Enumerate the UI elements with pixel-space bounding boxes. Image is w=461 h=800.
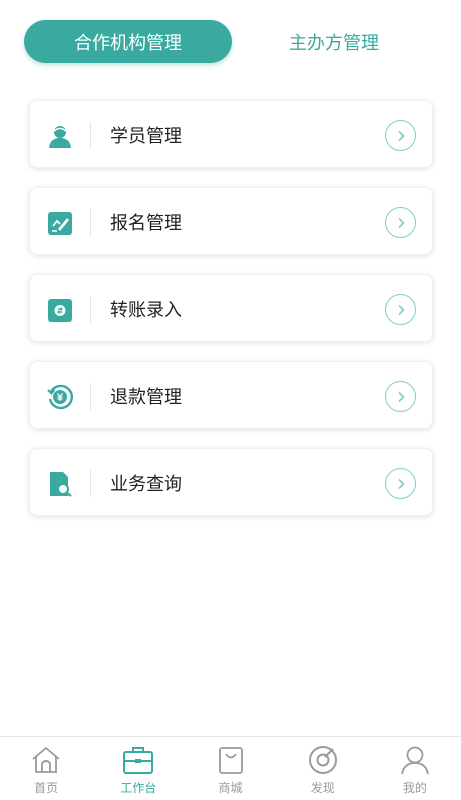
divider — [90, 470, 91, 497]
menu-item-label: 学员管理 — [110, 126, 182, 147]
person-icon — [401, 746, 429, 775]
chevron-right-icon[interactable] — [385, 294, 416, 325]
nav-item-home[interactable]: 首页 — [0, 737, 92, 800]
menu-item-business-query[interactable]: 业务查询 — [29, 448, 433, 516]
transfer-icon — [48, 299, 72, 322]
nav-item-discover[interactable]: 发现 — [277, 737, 369, 800]
tab-organizer[interactable]: 主办方管理 — [258, 20, 410, 63]
student-icon — [49, 126, 71, 148]
refund-icon — [47, 384, 73, 410]
tab-partner-institution[interactable]: 合作机构管理 — [24, 20, 232, 63]
chevron-right-icon[interactable] — [385, 120, 416, 151]
business-search-icon — [50, 472, 72, 497]
briefcase-icon — [123, 747, 154, 774]
menu-item-label: 业务查询 — [110, 474, 182, 495]
chevron-right-icon[interactable] — [385, 381, 416, 412]
compass-icon — [308, 746, 337, 774]
home-icon — [32, 746, 60, 773]
menu-item-transfer[interactable]: 转账录入 — [29, 274, 433, 342]
menu-item-label: 退款管理 — [110, 387, 182, 408]
chevron-right-icon[interactable] — [385, 468, 416, 499]
nav-item-mall[interactable]: 商城 — [184, 737, 276, 800]
menu-item-registration[interactable]: 报名管理 — [29, 187, 433, 255]
divider — [90, 296, 91, 323]
nav-item-workbench[interactable]: 工作台 — [92, 737, 184, 800]
menu-item-student[interactable]: 学员管理 — [29, 100, 433, 168]
chevron-right-icon[interactable] — [385, 207, 416, 238]
menu-item-label: 报名管理 — [110, 213, 182, 234]
menu-item-refund[interactable]: 退款管理 — [29, 361, 433, 429]
management-tabs: 合作机构管理 主办方管理 — [0, 0, 461, 80]
divider — [90, 209, 91, 236]
nav-item-mine[interactable]: 我的 — [369, 737, 461, 800]
registration-icon — [48, 212, 72, 235]
shopping-bag-icon — [218, 747, 243, 774]
divider — [90, 122, 91, 149]
nav-label: 首页 — [34, 781, 59, 795]
nav-label: 商城 — [218, 781, 243, 795]
bottom-navigation: 首页 工作台 商城 发现 我的 — [0, 736, 461, 800]
nav-label: 我的 — [402, 781, 427, 795]
menu-item-label: 转账录入 — [110, 300, 182, 321]
nav-label: 发现 — [310, 781, 335, 795]
nav-label: 工作台 — [120, 781, 157, 795]
divider — [90, 383, 91, 410]
